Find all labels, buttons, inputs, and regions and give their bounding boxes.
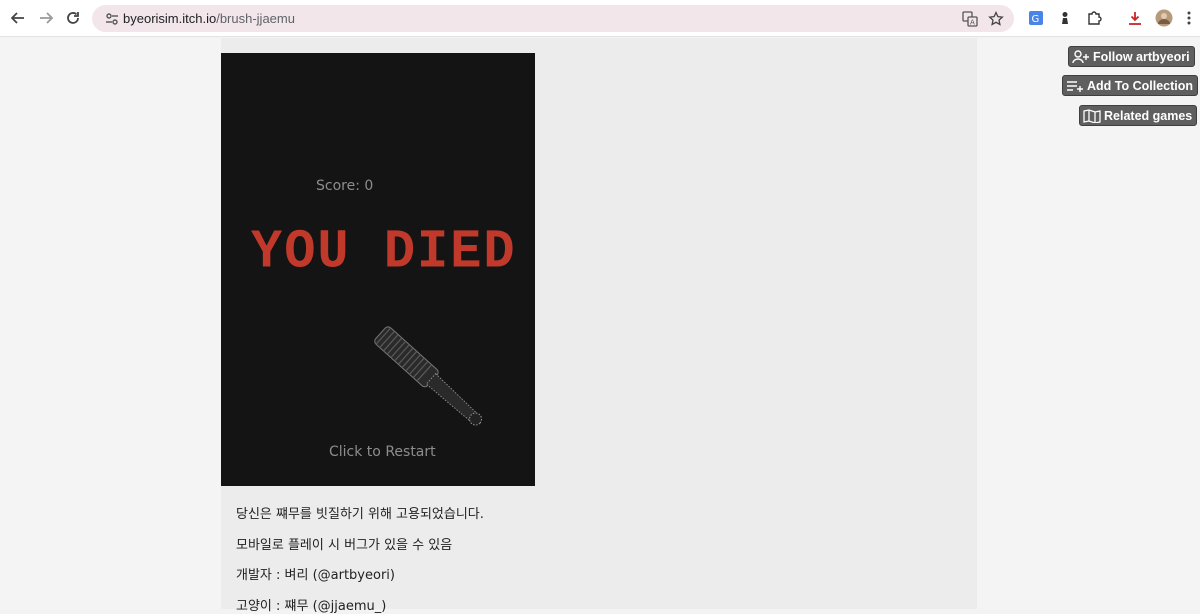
arrow-left-icon [11,12,24,24]
download-icon [1129,12,1141,25]
add-to-collection-button[interactable]: Add To Collection [1062,75,1199,96]
google-translate-icon: G [1029,11,1043,25]
svg-text:A: A [970,19,975,27]
add-collection-label: Add To Collection [1087,78,1194,93]
star-icon [988,11,1004,26]
back-button[interactable] [8,8,28,28]
related-games-button[interactable]: Related games [1079,105,1198,126]
arrow-right-icon [40,12,53,24]
follow-button[interactable]: Follow artbyeori [1068,46,1195,67]
description-line-3: 개발자 : 벼리 (@artbyeori) [236,568,395,583]
browser-menu-button[interactable] [1180,9,1198,27]
browser-toolbar: byeorisim.itch.io/brush-jjaemu A G [0,0,1200,37]
page-body: Score: 0 YOU DIED Click to Restart 당신은 쨰… [0,38,1200,614]
forward-button[interactable] [36,8,56,28]
svg-text:G: G [1032,14,1040,25]
downloads-button[interactable] [1126,9,1144,27]
map-icon [1083,108,1101,123]
game-canvas[interactable]: Score: 0 YOU DIED Click to Restart [221,53,535,486]
address-bar[interactable]: byeorisim.itch.io/brush-jjaemu A [92,5,1014,32]
translate-button[interactable]: A [961,10,979,28]
playlist-add-icon [1067,80,1083,92]
reload-button[interactable] [63,8,83,28]
follow-label: Follow artbyeori [1093,49,1190,64]
you-died-text: YOU DIED [251,221,517,284]
description-line-2: 모바일로 플레이 시 버그가 있을 수 있음 [236,538,453,553]
extensions-menu-button[interactable] [1085,9,1103,27]
extension-button[interactable] [1056,9,1074,27]
avatar-icon [1155,9,1173,27]
add-user-icon [1072,49,1089,63]
url-path: /brush-jjaemu [216,11,295,26]
profile-avatar-button[interactable] [1155,9,1173,27]
comb-icon [374,326,483,426]
related-label: Related games [1104,108,1193,123]
restart-prompt[interactable]: Click to Restart [329,444,436,460]
translate-extension-button[interactable]: G [1027,9,1045,27]
description-line-1: 당신은 쨰무를 빗질하기 위해 고용되었습니다. [236,507,484,522]
url-host: byeorisim.itch.io [123,11,217,26]
reload-icon [67,12,79,24]
puzzle-icon [1088,11,1102,25]
chess-pawn-icon [1062,12,1068,24]
description-line-4: 고양이 : 쨰무 (@jjaemu_) [236,599,387,614]
score-label: Score: 0 [316,178,374,194]
translate-icon: A [962,11,978,27]
site-info-icon[interactable] [104,11,120,27]
url-text[interactable]: byeorisim.itch.io/brush-jjaemu [123,11,295,26]
kebab-menu-icon [1187,11,1191,25]
bookmark-button[interactable] [987,10,1005,28]
